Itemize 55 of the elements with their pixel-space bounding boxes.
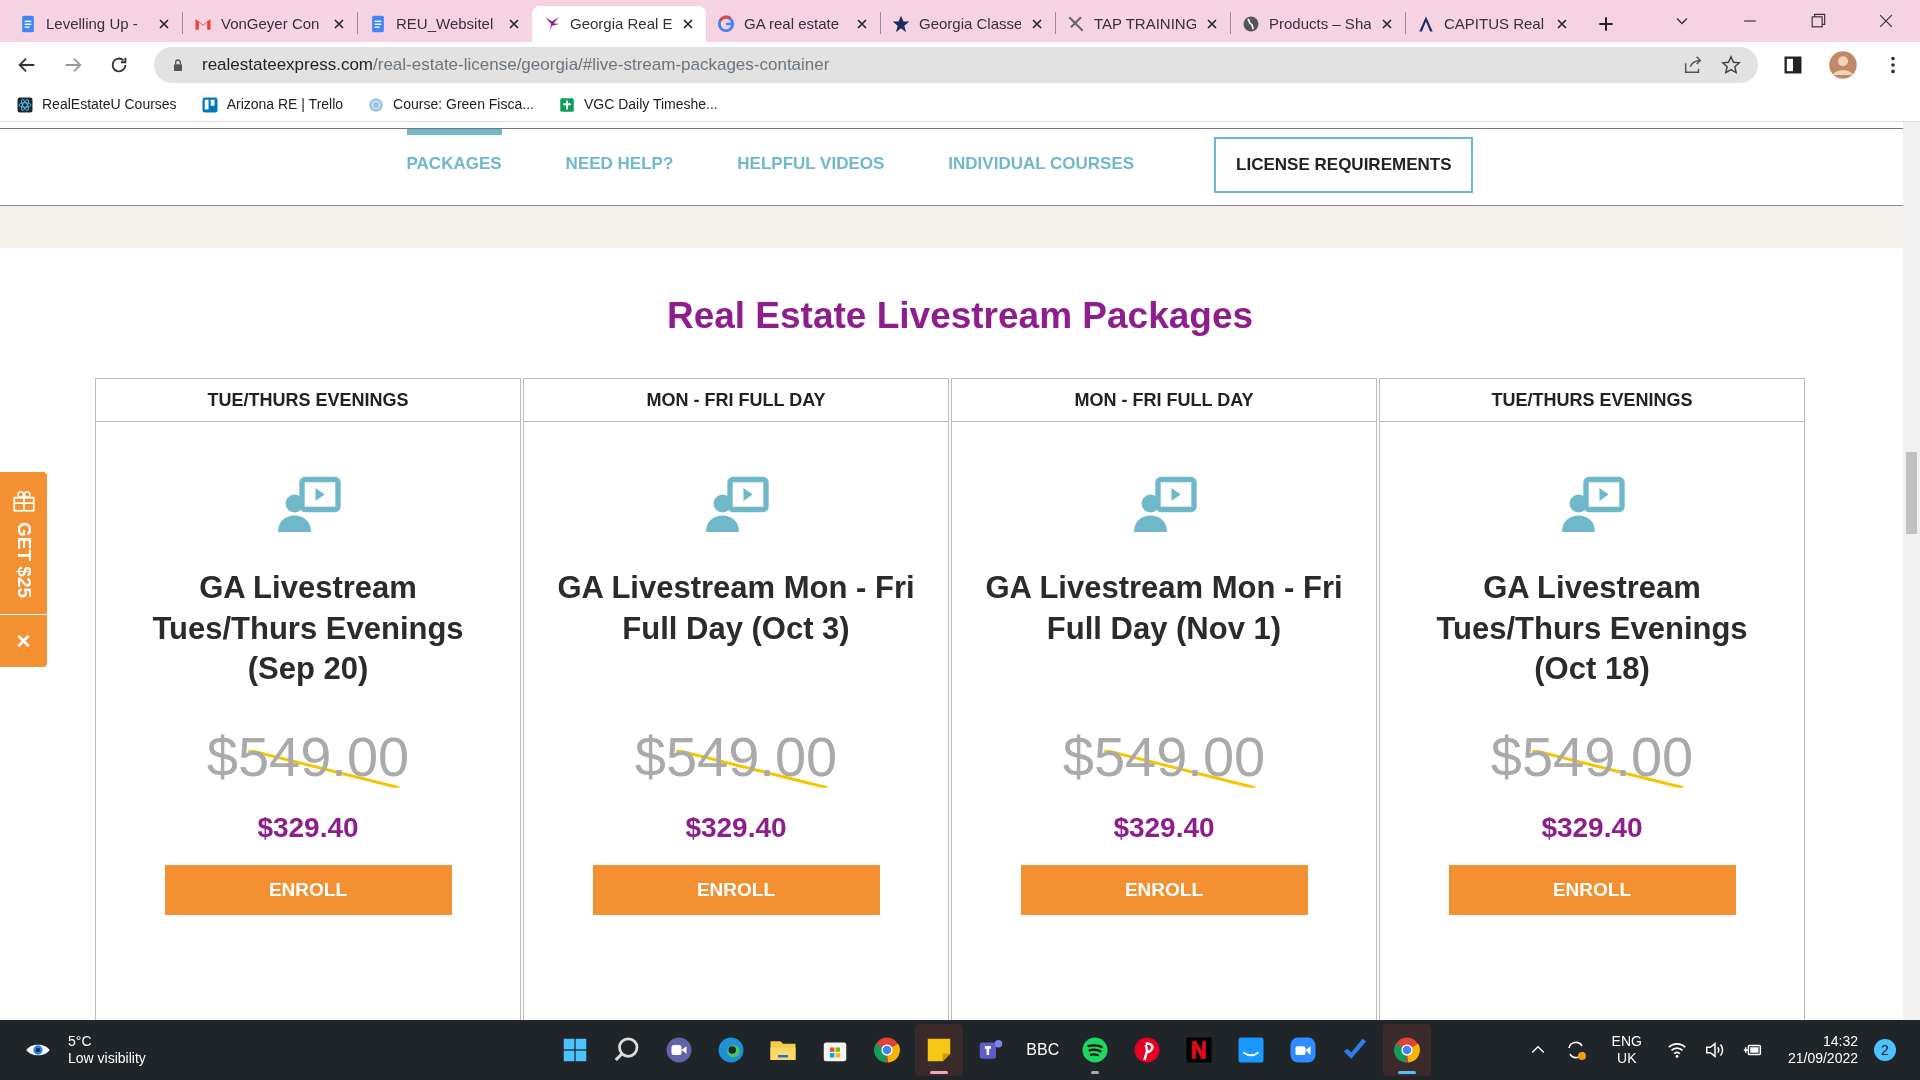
share-icon[interactable] [1682, 54, 1704, 76]
star-icon [891, 14, 911, 34]
language-indicator[interactable]: ENG UK [1603, 1032, 1650, 1068]
gift-icon [10, 488, 37, 514]
package-title: GA Livestream Mon - Fri Full Day (Nov 1) [984, 569, 1344, 648]
browser-tab[interactable]: Levelling Up - [8, 6, 182, 42]
temperature-text: 5°C [68, 1032, 93, 1050]
scrollbar[interactable] [1903, 122, 1920, 1020]
sale-price: $329.40 [257, 811, 359, 846]
scrollbar-thumb[interactable] [1906, 452, 1917, 534]
browser-tab[interactable]: Georgia Real E [532, 6, 706, 42]
spreadsheet-icon [557, 95, 576, 114]
weather-widget[interactable]: 5°C Low visibility [24, 1032, 146, 1068]
package-title: GA Livestream Mon - Fri Full Day (Oct 3) [556, 569, 916, 648]
browser-tab[interactable]: Products – Sha [1231, 6, 1405, 42]
clock[interactable]: 14:32 21/09/2022 [1787, 1032, 1858, 1068]
taskbar-app[interactable]: BBC [1018, 1024, 1067, 1076]
speaker-icon[interactable] [1703, 1039, 1726, 1061]
globe-icon [1241, 14, 1261, 34]
address-bar[interactable]: realestateexpress.com/real-estate-license/georgia/#live-stream-packages-container [154, 47, 1758, 83]
package-title: GA Livestream Tues/Thurs Evenings (Oct 18) [1435, 569, 1749, 688]
atom-icon [16, 95, 34, 114]
card-header: MON - FRI FULL DAY [524, 379, 948, 423]
sale-price: $329.40 [1113, 811, 1215, 846]
star-icon[interactable] [1720, 54, 1742, 76]
promo-label: GET $25 [12, 522, 36, 599]
license-requirements-button[interactable]: LICENSE REQUIREMENTS [1214, 137, 1474, 193]
bookmark-item[interactable]: RealEstateU Courses [16, 94, 177, 115]
bookmark-item[interactable]: Course: Green Fisca... [367, 94, 534, 115]
card-header: TUE/THURS EVENINGS [96, 379, 520, 423]
side-panel-icon[interactable] [1782, 54, 1804, 76]
bookmark-item[interactable]: Arizona RE | Trello [200, 94, 344, 115]
globe-icon [367, 95, 386, 114]
section-heading: Real Estate Livestream Packages [666, 294, 1254, 338]
avatar-icon[interactable] [1828, 50, 1858, 80]
browser-tab[interactable]: CAPITUS Real [1406, 6, 1580, 42]
sale-price: $329.40 [1541, 811, 1643, 846]
bookmark-item[interactable]: VGC Daily Timeshe... [557, 94, 718, 115]
browser-tab[interactable]: TAP TRAINING [1056, 6, 1230, 42]
new-tab-icon[interactable] [1596, 14, 1616, 34]
board-icon [200, 95, 219, 114]
url-text: realestateexpress.com/real-estate-license/georgia/#live-stream-packages-container [202, 54, 831, 77]
browser-tab[interactable]: GA real estate [706, 6, 880, 42]
card-header: TUE/THURS EVENINGS [1380, 379, 1804, 423]
sale-price: $329.40 [685, 811, 787, 846]
weather-condition: Low visibility [68, 1050, 146, 1068]
google-icon [716, 14, 736, 34]
notification-badge[interactable]: 2 [1874, 1039, 1896, 1061]
chrome-icon[interactable] [871, 1035, 902, 1065]
browser-tab[interactable]: REU_Websitel [358, 6, 532, 42]
browser-tab[interactable]: VonGeyer Con [183, 6, 357, 42]
card-header: MON - FRI FULL DAY [952, 379, 1376, 423]
package-title: GA Livestream Tues/Thurs Evenings (Sep 20) [151, 569, 465, 688]
chrome-icon[interactable] [1391, 1035, 1422, 1065]
browser-tab[interactable]: Georgia Classe [881, 6, 1055, 42]
